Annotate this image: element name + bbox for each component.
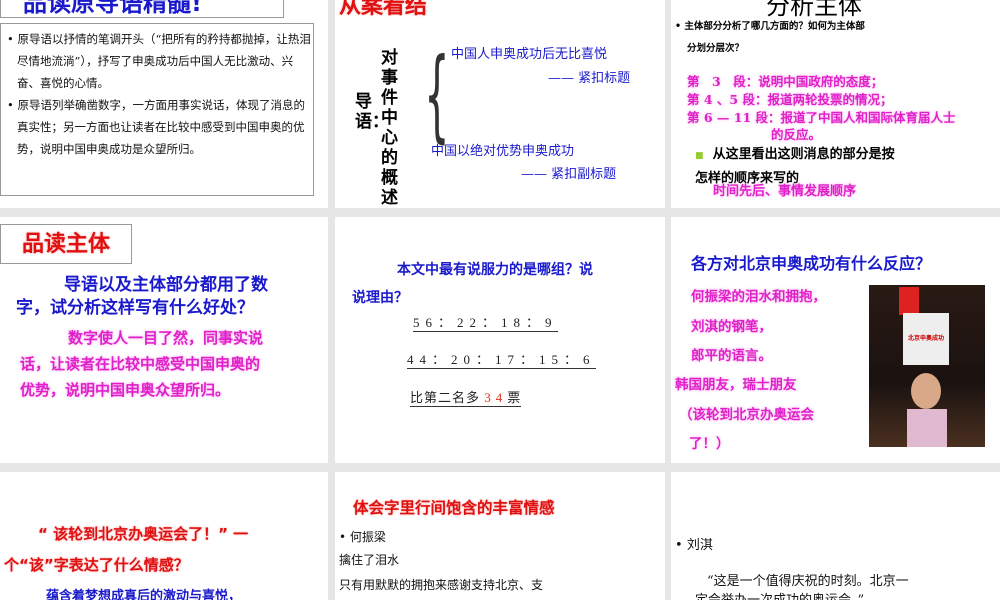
bullet-box: • 原导语以抒情的笔调开头（“把所有的矜持都抛掉，让热泪尽情地流淌”），抒写了申… — [0, 23, 314, 196]
question: 个“该”字表达了什么情感？ — [4, 556, 189, 574]
slide-3-thumbnail[interactable]: 分析主体 • 主体部分分析了哪几方面的？如何为主体部 分划分层次？ 第 3 段：… — [671, 0, 1000, 208]
answer-line: 韩国朋友，瑞士朋友 — [675, 377, 797, 393]
answer-line: 第 4 、5 段：报道两轮投票的情况； — [687, 92, 893, 107]
summary-line: 中国以绝对优势申奥成功 — [431, 144, 575, 159]
question: 导语以及主体部分都用了数 — [64, 275, 268, 295]
text-line: 擒住了泪水 — [339, 553, 400, 567]
slide-8-thumbnail[interactable]: 体会字里行间饱含的丰富情感 • 何振梁 擒住了泪水 只有用默默的拥抱来感谢支持北… — [335, 472, 665, 600]
bullet-item: • 原导语列举确凿数字，一方面用事实说话，体现了消息的真实性；另一方面也让读者在… — [7, 98, 305, 156]
answer-line: 第 6 — 11 段：报道了中国人和国际体育届人士 — [687, 110, 956, 125]
slide-6-thumbnail[interactable]: 各方对北京申奥成功有什么反应？ 何振梁的泪水和拥抱， 刘淇的钢笔， 郎平的语言。… — [671, 217, 1000, 463]
vote-diff: 比第二名多 34票 — [410, 387, 522, 407]
answer-line: 优势，说明中国申奥众望所归。 — [20, 381, 231, 399]
question: 各方对北京申奥成功有什么反应？ — [691, 254, 932, 273]
brace-icon: { — [424, 36, 450, 153]
slide-title-box: 品读原导语精髓! — [0, 0, 284, 18]
answer-line: 的反应。 — [771, 127, 822, 142]
girl-face — [911, 373, 941, 409]
quote-line: 定会举办一次成功的奥运会。” — [695, 589, 864, 600]
answer-line: 了！） — [689, 436, 730, 452]
lead-label: 导语： — [355, 92, 389, 132]
answer-line: 刘淇的钢笔， — [691, 319, 772, 335]
summary-line: 中国人申奥成功后无比喜悦 — [451, 47, 608, 62]
question: • 主体部分分析了哪几方面的？如何为主体部 — [675, 21, 865, 32]
answer-line: （该轮到北京办奥运会 — [679, 407, 814, 423]
girl-with-newspaper-photo: 北京申奥成功 — [869, 285, 985, 447]
answer-line: 何振梁的泪水和拥抱， — [691, 289, 826, 305]
text-line: 只有用默默的拥抱来感谢支持北京、支 — [339, 578, 544, 592]
slide-1-thumbnail[interactable]: 品读原导语精髓! • 原导语以抒情的笔调开头（“把所有的矜持都抛掉，让热泪尽情地… — [0, 0, 328, 208]
question: “ 该轮到北京办奥运会了！” 一 — [38, 525, 249, 543]
summary-note: —— 紧扣副标题 — [521, 167, 617, 182]
quote-line: “这是一个值得庆祝的时刻。北京一 — [707, 574, 909, 589]
question: 说理由？ — [352, 290, 408, 306]
bullet-item: • 原导语以抒情的笔调开头（“把所有的矜持都抛掉，让热泪尽情地流淌”），抒写了申… — [7, 32, 311, 90]
summary-note: —— 紧扣标题 — [548, 71, 631, 86]
slide-title: 从案看结 — [339, 0, 428, 19]
vertical-summary: 对事件中心的概述 — [381, 48, 398, 208]
slide-4-thumbnail[interactable]: 品读主体 导语以及主体部分都用了数 字，试分析这样写有什么好处？ 数字使人一目了… — [0, 217, 328, 463]
slide-title: 体会字里行间饱含的丰富情感 — [353, 498, 555, 517]
answer-line: 数字使人一目了然，同事实说 — [68, 329, 264, 347]
answer-line: 郎平的语言。 — [691, 348, 772, 364]
answer-line: 话，让读者在比较中感受中国申奥的 — [20, 355, 261, 373]
newspaper: 北京申奥成功 — [903, 313, 949, 365]
question: 本文中最有说服力的是哪组？说 — [397, 262, 593, 278]
slide-9-thumbnail[interactable]: • 刘淇 “这是一个值得庆祝的时刻。北京一 定会举办一次成功的奥运会。” — [671, 472, 1000, 600]
question: 字，试分析这样写有什么好处？ — [16, 298, 254, 318]
question: 分划分层次？ — [687, 43, 745, 54]
slide-title: 品读原导语精髓! — [23, 0, 202, 17]
slide-2-thumbnail[interactable]: 从案看结 导语： 对事件中心的概述 { 中国人申奥成功后无比喜悦 —— 紧扣标题… — [335, 0, 665, 208]
answer: 时间先后、事情发展顺序 — [713, 184, 857, 199]
bullet-item: • 刘淇 — [675, 538, 713, 553]
slide-5-thumbnail[interactable]: 本文中最有说服力的是哪组？说 说理由？ 56：22：18：9 44：20：17：… — [335, 217, 665, 463]
question: ■ 从这里看出这则消息的部分是按 — [695, 147, 895, 162]
vote-row: 44：20：17：15：6 — [407, 349, 596, 369]
flag-icon — [899, 287, 919, 315]
slide-7-thumbnail[interactable]: “ 该轮到北京办奥运会了！” 一 个“该”字表达了什么情感？ 蕴含着梦想成真后的… — [0, 472, 328, 600]
answer: 蕴含着梦想成真后的激动与喜悦， — [46, 589, 242, 600]
bullet-item: • 何振梁 — [339, 530, 386, 544]
answer-line: 第 3 段：说明中国政府的态度； — [687, 74, 884, 89]
slide-title-box: 品读主体 — [0, 224, 132, 264]
vote-row: 56：22：18：9 — [413, 312, 558, 332]
